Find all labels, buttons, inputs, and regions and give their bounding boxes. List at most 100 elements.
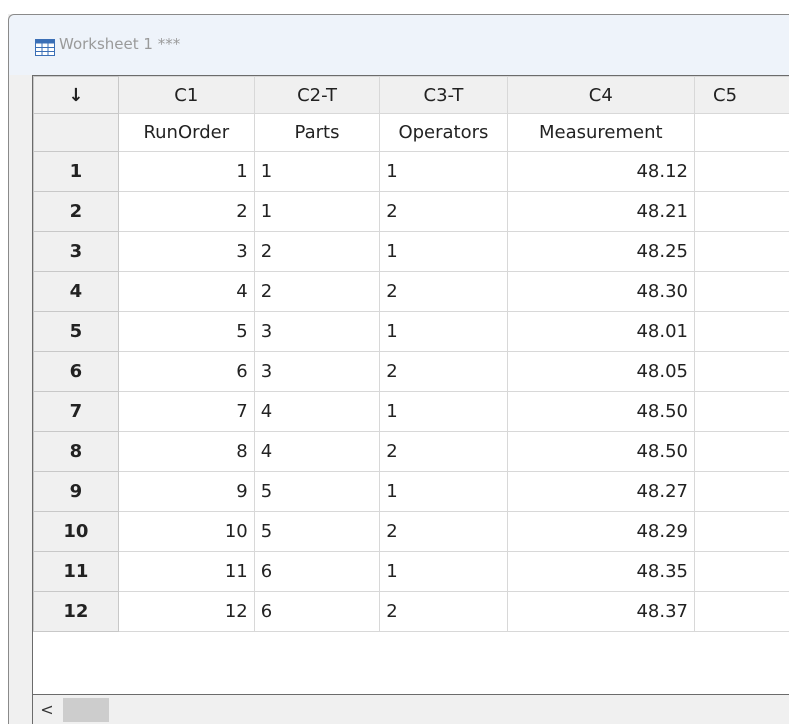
cell-runorder[interactable]: 5 [117,311,255,352]
cell-measurement[interactable]: 48.30 [506,271,696,312]
cell-operators[interactable]: 1 [379,471,508,512]
cell-c5[interactable] [694,431,789,472]
table-row: 11 11 6 1 48.35 [33,551,789,592]
cell-parts[interactable]: 3 [253,351,381,392]
cell-runorder[interactable]: 7 [117,391,255,432]
column-id-c5[interactable]: C5 [694,76,789,114]
column-name-c3[interactable]: Operators [379,113,508,152]
cell-measurement[interactable]: 48.35 [506,551,696,592]
cell-runorder[interactable]: 2 [117,191,255,232]
cell-runorder[interactable]: 10 [117,511,255,552]
row-number[interactable]: 2 [33,191,119,232]
column-id-c4[interactable]: C4 [506,76,696,114]
row-number[interactable]: 12 [33,591,119,632]
cell-runorder[interactable]: 6 [117,351,255,392]
cell-operators[interactable]: 2 [379,511,508,552]
column-name-c2[interactable]: Parts [253,113,381,152]
worksheet-title: Worksheet 1 *** [59,35,181,53]
row-number[interactable]: 10 [33,511,119,552]
column-name-c1[interactable]: RunOrder [117,113,255,152]
horizontal-scrollbar[interactable]: < [32,695,789,724]
cell-measurement[interactable]: 48.27 [506,471,696,512]
window-frame-top [0,0,789,14]
cell-c5[interactable] [694,231,789,272]
cell-parts[interactable]: 4 [253,391,381,432]
cell-parts[interactable]: 6 [253,551,381,592]
cell-measurement[interactable]: 48.05 [506,351,696,392]
row-number[interactable]: 11 [33,551,119,592]
cell-parts[interactable]: 5 [253,471,381,512]
scroll-thumb[interactable] [63,698,109,722]
worksheet-titlebar[interactable]: Worksheet 1 *** [9,15,789,75]
cell-runorder[interactable]: 4 [117,271,255,312]
cell-operators[interactable]: 2 [379,591,508,632]
cell-parts[interactable]: 5 [253,511,381,552]
table-row: 10 10 5 2 48.29 [33,511,789,552]
cell-measurement[interactable]: 48.50 [506,391,696,432]
cell-operators[interactable]: 2 [379,271,508,312]
cell-operators[interactable]: 1 [379,391,508,432]
cell-runorder[interactable]: 1 [117,151,255,192]
cell-operators[interactable]: 2 [379,191,508,232]
cell-parts[interactable]: 2 [253,271,381,312]
column-name-c4[interactable]: Measurement [506,113,696,152]
row-number[interactable]: 3 [33,231,119,272]
cell-runorder[interactable]: 3 [117,231,255,272]
column-name-corner [33,113,119,152]
row-number[interactable]: 6 [33,351,119,392]
column-id-c1[interactable]: C1 [117,76,255,114]
row-number[interactable]: 4 [33,271,119,312]
cell-c5[interactable] [694,271,789,312]
cell-c5[interactable] [694,151,789,192]
row-number[interactable]: 7 [33,391,119,432]
cell-measurement[interactable]: 48.12 [506,151,696,192]
cell-runorder[interactable]: 12 [117,591,255,632]
scroll-left-icon[interactable]: < [37,699,57,721]
cell-parts[interactable]: 6 [253,591,381,632]
cell-c5[interactable] [694,471,789,512]
cell-operators[interactable]: 1 [379,231,508,272]
cell-c5[interactable] [694,191,789,232]
table-row: 2 2 1 2 48.21 [33,191,789,232]
row-number[interactable]: 5 [33,311,119,352]
cell-measurement[interactable]: 48.01 [506,311,696,352]
cell-measurement[interactable]: 48.50 [506,431,696,472]
cell-operators[interactable]: 1 [379,151,508,192]
worksheet-icon [35,39,55,56]
cell-operators[interactable]: 2 [379,431,508,472]
cell-runorder[interactable]: 11 [117,551,255,592]
cell-measurement[interactable]: 48.29 [506,511,696,552]
row-number[interactable]: 8 [33,431,119,472]
cell-measurement[interactable]: 48.25 [506,231,696,272]
cell-parts[interactable]: 1 [253,191,381,232]
cell-measurement[interactable]: 48.37 [506,591,696,632]
cell-parts[interactable]: 1 [253,151,381,192]
cell-operators[interactable]: 1 [379,551,508,592]
row-number[interactable]: 1 [33,151,119,192]
cell-runorder[interactable]: 8 [117,431,255,472]
row-number[interactable]: 9 [33,471,119,512]
column-id-c3[interactable]: C3-T [379,76,508,114]
column-name-c5[interactable] [694,113,789,152]
cell-c5[interactable] [694,311,789,352]
cell-c5[interactable] [694,551,789,592]
worksheet-table: ↓ C1 C2-T C3-T C4 C5 RunOrder Parts Oper… [33,76,789,632]
data-grid[interactable]: ↓ C1 C2-T C3-T C4 C5 RunOrder Parts Oper… [32,75,789,695]
cell-parts[interactable]: 2 [253,231,381,272]
cell-operators[interactable]: 1 [379,311,508,352]
cell-c5[interactable] [694,391,789,432]
cell-c5[interactable] [694,351,789,392]
table-row: 9 9 5 1 48.27 [33,471,789,512]
column-id-c2[interactable]: C2-T [253,76,381,114]
cell-c5[interactable] [694,511,789,552]
cell-operators[interactable]: 2 [379,351,508,392]
table-row: 5 5 3 1 48.01 [33,311,789,352]
down-arrow-icon[interactable]: ↓ [33,76,119,114]
window-frame-left [0,14,8,724]
cell-measurement[interactable]: 48.21 [506,191,696,232]
cell-c5[interactable] [694,591,789,632]
cell-parts[interactable]: 3 [253,311,381,352]
table-row: 6 6 3 2 48.05 [33,351,789,392]
cell-runorder[interactable]: 9 [117,471,255,512]
cell-parts[interactable]: 4 [253,431,381,472]
